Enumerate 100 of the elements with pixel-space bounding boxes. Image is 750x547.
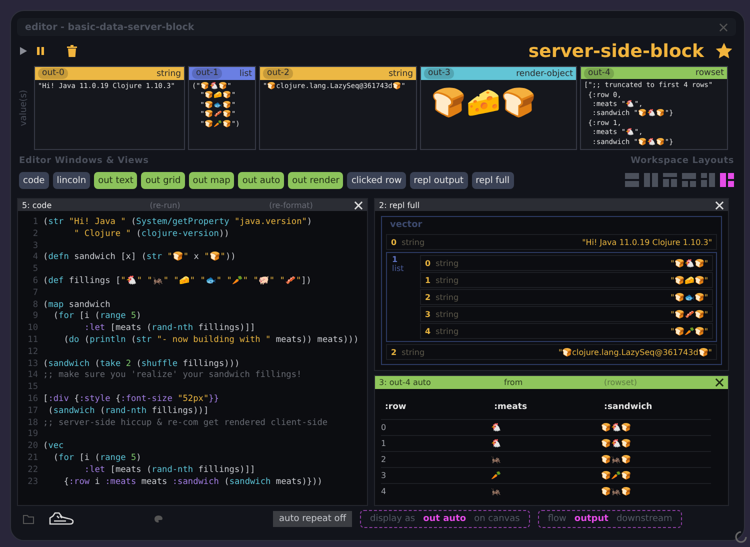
panel-source: (rowset) xyxy=(604,378,638,387)
value-type: string xyxy=(402,238,425,246)
table-cell: 🍞🦗🍞 xyxy=(600,452,711,468)
view-toggle-button[interactable]: out text xyxy=(94,172,138,189)
item-value: "🍞🥕🍞" xyxy=(670,326,708,336)
output-id-badge: out-1 xyxy=(192,68,222,79)
play-icon[interactable] xyxy=(19,46,28,56)
table-cell: 2 xyxy=(381,452,490,468)
section-title: Editor Windows & Views xyxy=(19,156,150,166)
trash-icon[interactable] xyxy=(67,45,77,57)
line-number: 7 xyxy=(32,288,38,300)
line-number: 17 xyxy=(26,406,38,418)
table-cell: 3 xyxy=(381,468,490,484)
block-name: server-side-block xyxy=(528,40,704,62)
item-index: 1 xyxy=(392,255,399,264)
item-index: 4 xyxy=(425,326,431,336)
view-toggle-button[interactable]: out auto xyxy=(238,172,284,189)
item-value: "🍞🐔🍞" xyxy=(670,258,708,268)
code-line: " Clojure " (clojure-version)) xyxy=(73,228,230,241)
line-number: 9 xyxy=(32,311,38,324)
code-line: (str "Hi! Java " (System/getProperty "java.version") xyxy=(43,217,312,229)
view-toggle-button[interactable]: lincoln xyxy=(52,172,90,189)
line-number: 20 xyxy=(26,441,38,453)
output-id-badge: out-0 xyxy=(38,68,68,79)
line-number: 22 xyxy=(26,464,38,477)
setting-value: out auto xyxy=(423,514,466,524)
value-type: string xyxy=(436,258,459,268)
auto-repeat-button[interactable]: auto repeat off xyxy=(273,511,352,527)
table-cell: 🐔 xyxy=(490,436,600,452)
code-line: ;; server-side hiccup & re-com get rendered client-side xyxy=(43,418,328,430)
view-toggle-button[interactable]: repl full xyxy=(472,172,514,189)
output-type: render-object xyxy=(516,68,573,78)
item-value: "🍞clojure.lang.LazySeq@361743d🍞" xyxy=(558,348,712,356)
table-cell: 🍞🥕🍞 xyxy=(600,468,711,484)
line-number: 2 xyxy=(32,228,38,241)
output-id-badge: out-3 xyxy=(424,68,454,79)
value-type: string xyxy=(436,292,459,302)
setting-chip[interactable]: flow output downstream xyxy=(538,510,682,528)
item-value: "🍞🧀🍞" xyxy=(670,276,708,284)
code-line: (do (println (str "- now building with " meats)) meats))) xyxy=(62,334,359,347)
pause-icon[interactable] xyxy=(36,46,45,56)
output-type: string xyxy=(156,68,181,78)
item-value: "Hi! Java 11.0.19 Clojure 1.10.3" xyxy=(582,238,712,246)
code-line: (defn sandwich [x] (str "🍞" x "🍞")) xyxy=(43,252,236,264)
palette-icon[interactable] xyxy=(154,515,163,523)
setting-chip[interactable]: display as out auto on canvas xyxy=(360,510,530,528)
panel-label: from xyxy=(504,378,524,387)
item-index: 2 xyxy=(391,348,397,356)
code-line: (sandwich (take 2 (shuffle fillings))) xyxy=(43,358,240,370)
folder-icon[interactable] xyxy=(23,514,34,524)
view-toggle-button[interactable]: code xyxy=(19,172,49,189)
code-line: [:div {:style {:font-size "52px"}} xyxy=(43,394,219,406)
close-icon[interactable] xyxy=(715,378,724,387)
panel-title: 2: repl full xyxy=(379,200,421,210)
rendered-output: 🍞🧀🍞 xyxy=(430,85,537,121)
view-toggle-button[interactable]: out render xyxy=(288,172,344,189)
output-type: list xyxy=(240,68,252,78)
code-line: ;; make sure you 'realize' your sandwich fillings! xyxy=(43,370,302,382)
view-toggle-button[interactable]: clicked row xyxy=(347,172,406,189)
table-cell: 🍞🐔🍞 xyxy=(600,420,711,436)
item-index: 0 xyxy=(391,238,397,246)
line-number: 19 xyxy=(26,429,38,442)
code-line: (for [i (range 5) xyxy=(52,452,142,465)
value-type: list xyxy=(392,264,405,273)
panel-title: 3: out-4 auto xyxy=(379,378,432,387)
line-number: 13 xyxy=(26,358,38,370)
line-number: 6 xyxy=(32,276,38,288)
setting-label: flow xyxy=(548,514,566,524)
output-id-badge: out-4 xyxy=(584,68,614,79)
table-cell: 1 xyxy=(381,436,490,452)
item-index: 3 xyxy=(425,310,431,318)
line-number: 11 xyxy=(26,334,38,347)
line-number: 3 xyxy=(32,240,38,252)
column-header: :meats xyxy=(490,395,600,420)
output-type: rowset xyxy=(696,68,724,78)
star-icon[interactable] xyxy=(716,43,732,59)
table-cell: 🦗 xyxy=(490,484,600,499)
line-number: 5 xyxy=(32,264,38,276)
table-cell: 🥕 xyxy=(490,468,600,484)
column-header: :sandwich xyxy=(600,395,711,420)
view-toggle-button[interactable]: out grid xyxy=(141,172,185,189)
line-number: 8 xyxy=(32,300,38,312)
view-toggle-button[interactable]: out map xyxy=(188,172,234,189)
output-type: string xyxy=(388,68,413,78)
setting-label: display as xyxy=(370,514,416,524)
layout-icon[interactable] xyxy=(720,172,734,188)
spinner-icon xyxy=(734,530,748,544)
code-line: (vec xyxy=(43,441,64,453)
setting-label: downstream xyxy=(616,514,672,524)
sneaker-drawing[interactable] xyxy=(48,512,74,526)
table-cell: 🐔 xyxy=(490,420,600,436)
setting-value: output xyxy=(574,514,608,524)
code-line: (map sandwich xyxy=(43,300,110,312)
panel-title: 5: code xyxy=(22,200,53,210)
view-toggle-button[interactable]: repl output xyxy=(410,172,468,189)
item-index: 0 xyxy=(425,258,431,268)
value-type: vector xyxy=(389,220,424,232)
line-number: 14 xyxy=(26,370,38,382)
table-cell: 🦗 xyxy=(490,452,600,468)
line-number: 1 xyxy=(32,217,38,229)
